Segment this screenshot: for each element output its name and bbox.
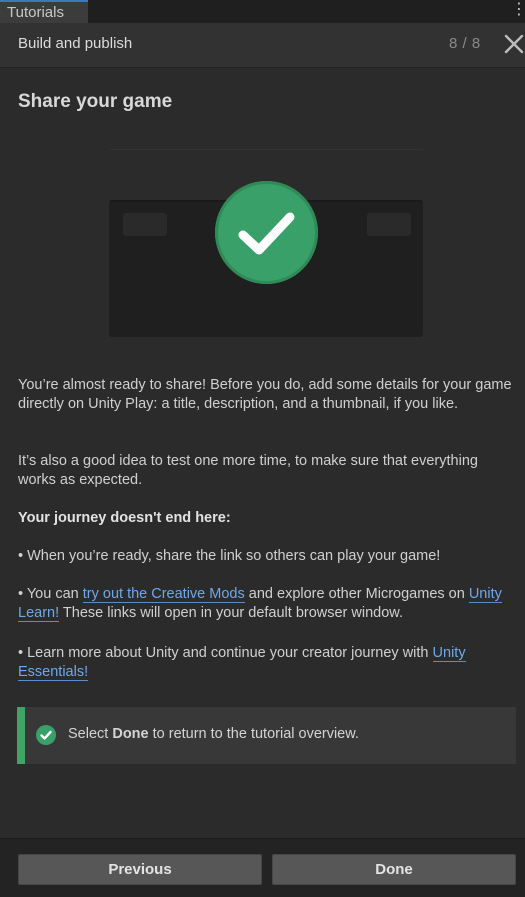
tab-bar: Tutorials ⋮ xyxy=(0,0,525,23)
instruction-callout: Select Done to return to the tutorial ov… xyxy=(17,707,516,764)
tab-tutorials[interactable]: Tutorials xyxy=(0,0,88,23)
illustration-block xyxy=(367,213,411,236)
footer: Previous Done xyxy=(0,838,525,897)
tab-label: Tutorials xyxy=(7,4,64,21)
step-counter: 8 / 8 xyxy=(449,35,481,52)
previous-button[interactable]: Previous xyxy=(18,854,262,885)
checkmark-circle-icon xyxy=(215,181,318,284)
journey-heading: Your journey doesn't end here: xyxy=(18,510,231,526)
divider xyxy=(110,149,423,150)
page-title: Share your game xyxy=(18,91,173,112)
done-button[interactable]: Done xyxy=(272,854,516,885)
checkmark-circle-icon xyxy=(36,725,56,745)
callout-text: Select Done to return to the tutorial ov… xyxy=(68,726,359,742)
close-icon[interactable] xyxy=(501,31,525,57)
bullet-share: • When you’re ready, share the link so o… xyxy=(18,548,441,564)
intro-paragraph: You’re almost ready to share! Before you… xyxy=(18,377,512,413)
tutorial-content: Share your game You’re almost ready to s… xyxy=(0,68,525,838)
bullet-learn-more: • Learn more about Unity and continue yo… xyxy=(18,645,466,682)
illustration-block xyxy=(123,213,167,236)
creative-mods-link[interactable]: try out the Creative Mods xyxy=(82,586,245,603)
bullet-explore: • You can try out the Creative Mods and … xyxy=(18,586,502,623)
kebab-menu-icon[interactable]: ⋮ xyxy=(511,1,525,21)
test-paragraph: It’s also a good idea to test one more t… xyxy=(18,453,478,489)
tutorial-title: Build and publish xyxy=(18,35,133,52)
tutorial-header: Build and publish 8 / 8 xyxy=(0,23,525,68)
